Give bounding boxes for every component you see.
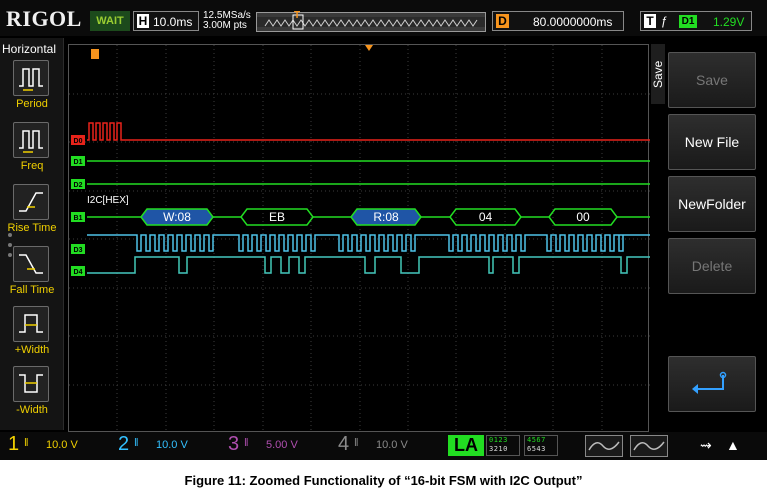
channel-1-scale: 10.0 V: [46, 439, 78, 451]
figure-caption: Figure 11: Zoomed Functionality of “16-b…: [184, 473, 583, 488]
decode-packet-value: EB: [269, 210, 285, 224]
sound-icon[interactable]: ▲: [726, 437, 740, 453]
channel-4-scale: 10.0 V: [376, 439, 408, 451]
decode-packet-value: 04: [479, 210, 493, 224]
channel-1-number: 1: [8, 433, 20, 455]
channel-tag-label: D0: [74, 138, 83, 145]
generator-2-sine-icon[interactable]: [630, 435, 668, 457]
waveform-graticule[interactable]: D0 D1 D2 I2C[HEX] B1 W:08 EB R:08 04 00 D3 D4: [68, 44, 650, 433]
save-menu-tab: Save: [651, 44, 665, 104]
new-file-button[interactable]: New File: [668, 114, 756, 170]
trigger-label: T: [644, 14, 656, 28]
delay-label: D: [496, 14, 509, 28]
trace-d3-scl: [87, 234, 650, 252]
save-menu: Save Save New File NewFolder Delete: [651, 44, 759, 414]
positive-width-icon: [13, 306, 49, 342]
trigger-edge-icon: ƒ: [661, 14, 668, 28]
la-bits-bottom: 6543: [527, 445, 546, 453]
channel-3-scale: 5.00 V: [266, 439, 298, 451]
channel-tag-label: D1: [74, 159, 83, 166]
decode-packet-value: 00: [576, 210, 590, 224]
channel-3-number: 3: [228, 433, 240, 455]
trigger-readout[interactable]: T ƒ D1 1.29V: [640, 11, 752, 31]
measure-negative-width[interactable]: -Width: [0, 366, 64, 424]
logic-analyzer-label[interactable]: LA: [448, 435, 484, 456]
measure-freq-label: Freq: [20, 160, 44, 172]
horizontal-measure-panel: Horizontal Period Freq Rise Time Fall Ti…: [0, 38, 64, 430]
panel-title: Horizontal: [2, 42, 57, 56]
measure-period[interactable]: Period: [0, 60, 64, 118]
new-folder-button[interactable]: NewFolder: [668, 176, 756, 232]
run-status-badge[interactable]: WAIT: [90, 11, 130, 31]
memory-overview-strip[interactable]: [256, 12, 486, 32]
fall-time-icon: [13, 246, 49, 282]
dc-coupling-icon: ‖: [244, 437, 249, 449]
channel-status-bar: 1 ‖ 10.0 V 2 ‖ 10.0 V 3 ‖ 5.00 V 4 ‖ 10.…: [0, 432, 767, 460]
channel-4-status[interactable]: 4 ‖ 10.0 V: [338, 432, 438, 460]
decode-label: I2C[HEX]: [87, 195, 129, 206]
delay-value: 80.0000000ms: [533, 15, 613, 29]
trigger-position-marker: T: [294, 10, 301, 21]
dc-coupling-icon: ‖: [354, 437, 359, 449]
measure-period-label: Period: [16, 98, 48, 110]
dc-coupling-icon: ‖: [24, 437, 29, 449]
delete-button[interactable]: Delete: [668, 238, 756, 294]
measure-negative-width-label: -Width: [16, 404, 48, 416]
channel-2-number: 2: [118, 433, 130, 455]
la-bits-top: 0123: [489, 436, 508, 444]
measure-freq[interactable]: Freq: [0, 122, 64, 180]
channel-3-status[interactable]: 3 ‖ 5.00 V: [228, 432, 328, 460]
measure-fall-time-label: Fall Time: [9, 284, 55, 296]
rise-time-icon: [13, 184, 49, 220]
oscilloscope-screen: RIGOL WAIT H 10.0ms 12.5MSa/s 3.00M pts …: [0, 0, 767, 460]
decode-packet-value: R:08: [373, 210, 399, 224]
trigger-level: 1.29V: [713, 15, 745, 29]
top-status-bar: RIGOL WAIT H 10.0ms 12.5MSa/s 3.00M pts …: [0, 0, 767, 36]
waveform-canvas: D0 D1 D2 I2C[HEX] B1 W:08 EB R:08 04 00 D3 D4: [69, 45, 650, 433]
timebase-value: 10.0ms: [153, 15, 193, 29]
freq-icon: [13, 122, 49, 158]
la-bit-group: 0123 3210: [486, 435, 520, 456]
trigger-source: D1: [679, 15, 697, 28]
horizontal-timebase[interactable]: H 10.0ms: [133, 11, 199, 31]
generator-1-sine-icon[interactable]: [585, 435, 623, 457]
delay-readout[interactable]: D 80.0000000ms: [492, 11, 624, 31]
return-button[interactable]: [668, 356, 756, 412]
channel-tag-label: D2: [74, 182, 83, 189]
trace-d4-overlay: [87, 256, 650, 274]
dc-coupling-icon: ‖: [134, 437, 139, 449]
trace-d0: [87, 122, 650, 141]
measure-rise-time-label: Rise Time: [7, 222, 57, 234]
measure-positive-width[interactable]: +Width: [0, 306, 64, 364]
channel-1-status[interactable]: 1 ‖ 10.0 V: [8, 432, 108, 460]
negative-width-icon: [13, 366, 49, 402]
decode-packet-value: W:08: [163, 210, 191, 224]
channel-tag-label: D4: [74, 269, 83, 276]
memory-depth: 3.00M pts: [203, 20, 247, 31]
la-bits-bottom: 3210: [489, 445, 508, 453]
channel-tag-label: B1: [74, 215, 83, 222]
sample-rate-readout: 12.5MSa/s 3.00M pts: [203, 11, 251, 31]
measure-positive-width-label: +Width: [14, 344, 50, 356]
trace-d4-sda: [87, 256, 650, 274]
usb-icon: ⇝: [700, 437, 712, 453]
la-bit-group: 4567 6543: [524, 435, 558, 456]
channel-2-status[interactable]: 2 ‖ 10.0 V: [118, 432, 218, 460]
return-icon: [692, 371, 727, 394]
period-icon: [13, 60, 49, 96]
la-bits-top: 4567: [527, 436, 546, 444]
channel-2-scale: 10.0 V: [156, 439, 188, 451]
trigger-level-marker: [91, 49, 99, 59]
save-button[interactable]: Save: [668, 52, 756, 108]
measure-fall-time[interactable]: Fall Time: [0, 246, 64, 304]
measure-rise-time[interactable]: Rise Time: [0, 184, 64, 242]
trigger-arrow-icon: [365, 45, 373, 51]
channel-tag-label: D3: [74, 247, 83, 254]
brand-logo: RIGOL: [6, 6, 82, 31]
horizontal-label: H: [137, 14, 149, 28]
channel-4-number: 4: [338, 433, 350, 455]
